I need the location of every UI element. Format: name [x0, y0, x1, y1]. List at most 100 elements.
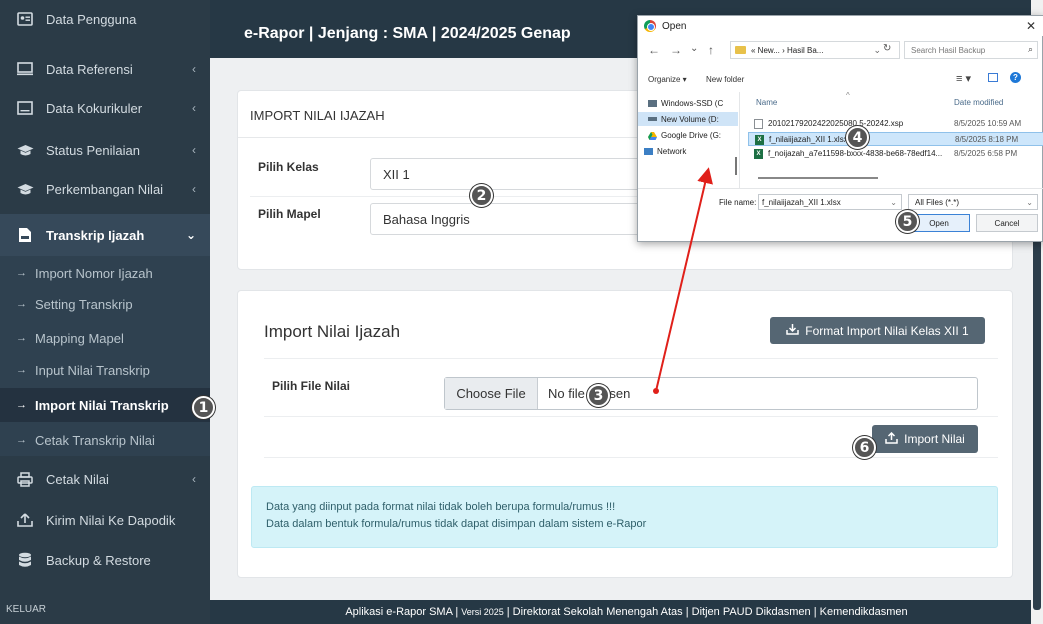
- forward-arrow-icon[interactable]: →: [670, 43, 682, 57]
- view-options-icon[interactable]: ≡ ▾: [956, 72, 971, 85]
- sidebar-item-transkrip-ijazah[interactable]: Transkrip Ijazah ⌄: [0, 214, 210, 256]
- format-import-button[interactable]: Format Import Nilai Kelas XII 1: [770, 317, 985, 344]
- nav-item-network[interactable]: Network: [644, 144, 734, 158]
- sidebar-item-backup-restore[interactable]: Backup & Restore: [0, 541, 210, 579]
- chevron-left-icon: ‹: [192, 182, 196, 196]
- nav-item-windows-ssd[interactable]: Windows-SSD (C: [648, 96, 738, 110]
- divider: [264, 457, 998, 458]
- google-drive-icon: [648, 131, 657, 140]
- kelas-label: Pilih Kelas: [258, 160, 319, 174]
- step-badge: 3: [587, 384, 610, 407]
- import-nilai-button[interactable]: Import Nilai: [872, 425, 978, 453]
- sidebar-item-label: Backup & Restore: [46, 552, 151, 568]
- sidebar-item-kirim-nilai-dapodik[interactable]: Kirim Nilai Ke Dapodik: [0, 501, 210, 539]
- submenu-label: Setting Transkrip: [35, 296, 133, 312]
- submenu-label: Cetak Transkrip Nilai: [35, 432, 155, 448]
- chrome-icon: [644, 20, 656, 32]
- help-icon[interactable]: ?: [1010, 72, 1021, 83]
- sidebar-item-perkembangan-nilai[interactable]: Perkembangan Nilai ‹: [0, 170, 210, 208]
- choose-file-button[interactable]: Choose File: [445, 378, 538, 409]
- dialog-nav-pane: Windows-SSD (C New Volume (D: Google Dri…: [638, 92, 740, 188]
- address-bar[interactable]: « New... › Hasil Ba... ⌄: [730, 41, 900, 59]
- sidebar-item-cetak-nilai[interactable]: Cetak Nilai ‹: [0, 460, 210, 498]
- date-column-header[interactable]: Date modified: [954, 98, 1003, 107]
- up-arrow-icon[interactable]: ↑: [708, 43, 714, 57]
- arrow-right-icon: →: [16, 332, 27, 344]
- sort-up-icon: ^: [846, 91, 850, 100]
- chevron-left-icon: ‹: [192, 62, 196, 76]
- sidebar-item-data-pengguna[interactable]: Data Pengguna: [0, 0, 210, 38]
- sidebar-item-label: Transkrip Ijazah: [46, 227, 145, 243]
- file-type-value: All Files (*.*): [915, 197, 960, 207]
- footer-version: Versi 2025: [461, 607, 504, 617]
- step-badge: 5: [896, 210, 919, 233]
- back-arrow-icon[interactable]: ←: [648, 43, 660, 57]
- file-row-selected[interactable]: X f_nilaiijazah_XII 1.xlsx 8/5/2025 8:18…: [748, 132, 1043, 146]
- file-name: f_noijazah_a7e11598-bxxx-4838-be68-78edf…: [768, 149, 943, 158]
- sidebar-item-label: Data Pengguna: [46, 11, 137, 27]
- upload-icon: [16, 512, 34, 528]
- file-label: Pilih File Nilai: [272, 379, 351, 393]
- submenu-import-nomor-ijazah[interactable]: → Import Nomor Ijazah: [0, 256, 210, 290]
- mapel-select[interactable]: Bahasa Inggris: [370, 203, 650, 235]
- nav-item-label: Google Drive (G:: [661, 130, 722, 140]
- file-name-input[interactable]: f_nilaiijazah_XII 1.xlsx ⌄: [758, 194, 902, 210]
- nav-item-google-drive[interactable]: Google Drive (G:: [648, 128, 738, 142]
- window-icon: [16, 100, 34, 116]
- file-list-hscrollbar[interactable]: [748, 176, 918, 180]
- dialog-toolbar: Organize ▾ New folder ≡ ▾ ?: [638, 68, 1043, 90]
- chevron-down-icon: ⌄: [890, 198, 897, 207]
- chevron-down-icon[interactable]: ⌄: [690, 43, 698, 54]
- drive-icon: [648, 99, 657, 107]
- refresh-icon[interactable]: ↻: [883, 43, 891, 54]
- dialog-title: Open: [662, 20, 687, 32]
- sidebar-item-data-kokurikuler[interactable]: Data Kokurikuler ‹: [0, 89, 210, 127]
- organize-menu[interactable]: Organize ▾: [648, 75, 687, 84]
- nav-pane-scrollbar[interactable]: [734, 92, 738, 182]
- file-date: 8/5/2025 8:18 PM: [955, 135, 1019, 144]
- scrollbar-thumb[interactable]: [735, 157, 737, 175]
- app-window: Data Pengguna Data Referensi ‹ Data Koku…: [0, 0, 1043, 624]
- submenu-input-nilai-transkrip[interactable]: → Input Nilai Transkrip: [0, 353, 210, 387]
- dialog-search-input[interactable]: Search Hasil Backup ⌕: [904, 41, 1038, 59]
- kelas-select[interactable]: XII 1: [370, 158, 650, 190]
- new-folder-button[interactable]: New folder: [706, 75, 744, 84]
- close-icon[interactable]: ✕: [1026, 19, 1036, 33]
- submenu-cetak-transkrip-nilai[interactable]: → Cetak Transkrip Nilai: [0, 423, 210, 457]
- submenu-mapping-mapel[interactable]: → Mapping Mapel: [0, 321, 210, 355]
- cancel-button[interactable]: Cancel: [976, 214, 1038, 232]
- divider: [638, 188, 1043, 189]
- arrow-right-icon: →: [16, 364, 27, 376]
- dialog-nav-row: ← → ⌄ ↑ « New... › Hasil Ba... ⌄ ↻ Searc…: [638, 38, 1043, 62]
- import-nilai-label: Import Nilai: [904, 432, 965, 446]
- file-row[interactable]: 20102179202422025080 5-20242.xsp 8/5/202…: [748, 117, 1043, 131]
- alert-line-2: Data dalam bentuk formula/rumus tidak da…: [266, 518, 647, 530]
- sidebar: Data Pengguna Data Referensi ‹ Data Koku…: [0, 0, 210, 624]
- scrollbar-thumb[interactable]: [758, 177, 878, 179]
- mapel-label: Pilih Mapel: [258, 207, 321, 221]
- chevron-left-icon: ‹: [192, 101, 196, 115]
- file-date: 8/5/2025 10:59 AM: [954, 119, 1022, 128]
- logout-link[interactable]: KELUAR: [6, 604, 46, 615]
- name-column-header[interactable]: Name: [756, 98, 777, 107]
- printer-icon: [16, 471, 34, 487]
- file-type-select[interactable]: All Files (*.*) ⌄: [908, 194, 1038, 210]
- sidebar-item-status-penilaian[interactable]: Status Penilaian ‹: [0, 131, 210, 169]
- submenu-import-nilai-transkrip[interactable]: → Import Nilai Transkrip: [0, 388, 210, 422]
- footer-text-a: Aplikasi e-Rapor SMA |: [345, 606, 459, 618]
- file-input[interactable]: Choose File No file chosen: [444, 377, 978, 410]
- step-badge: 1: [192, 396, 215, 419]
- id-card-icon: [16, 11, 34, 27]
- sidebar-item-data-referensi[interactable]: Data Referensi ‹: [0, 50, 210, 88]
- nav-item-new-volume[interactable]: New Volume (D:: [638, 112, 738, 126]
- footer: Aplikasi e-Rapor SMA | Versi 2025 | Dire…: [210, 600, 1043, 624]
- kelas-select-value: XII 1: [383, 166, 410, 182]
- file-row[interactable]: X f_noijazah_a7e11598-bxxx-4838-be68-78e…: [748, 147, 1043, 161]
- nav-item-label: Windows-SSD (C: [661, 98, 724, 108]
- submenu-setting-transkrip[interactable]: → Setting Transkrip: [0, 287, 210, 321]
- submenu-label: Import Nilai Transkrip: [35, 397, 169, 413]
- preview-pane-icon[interactable]: [988, 73, 998, 82]
- open-file-dialog: Open ✕ ← → ⌄ ↑ « New... › Hasil Ba... ⌄ …: [637, 15, 1043, 242]
- file-icon: [754, 119, 763, 129]
- chevron-left-icon: ‹: [192, 143, 196, 157]
